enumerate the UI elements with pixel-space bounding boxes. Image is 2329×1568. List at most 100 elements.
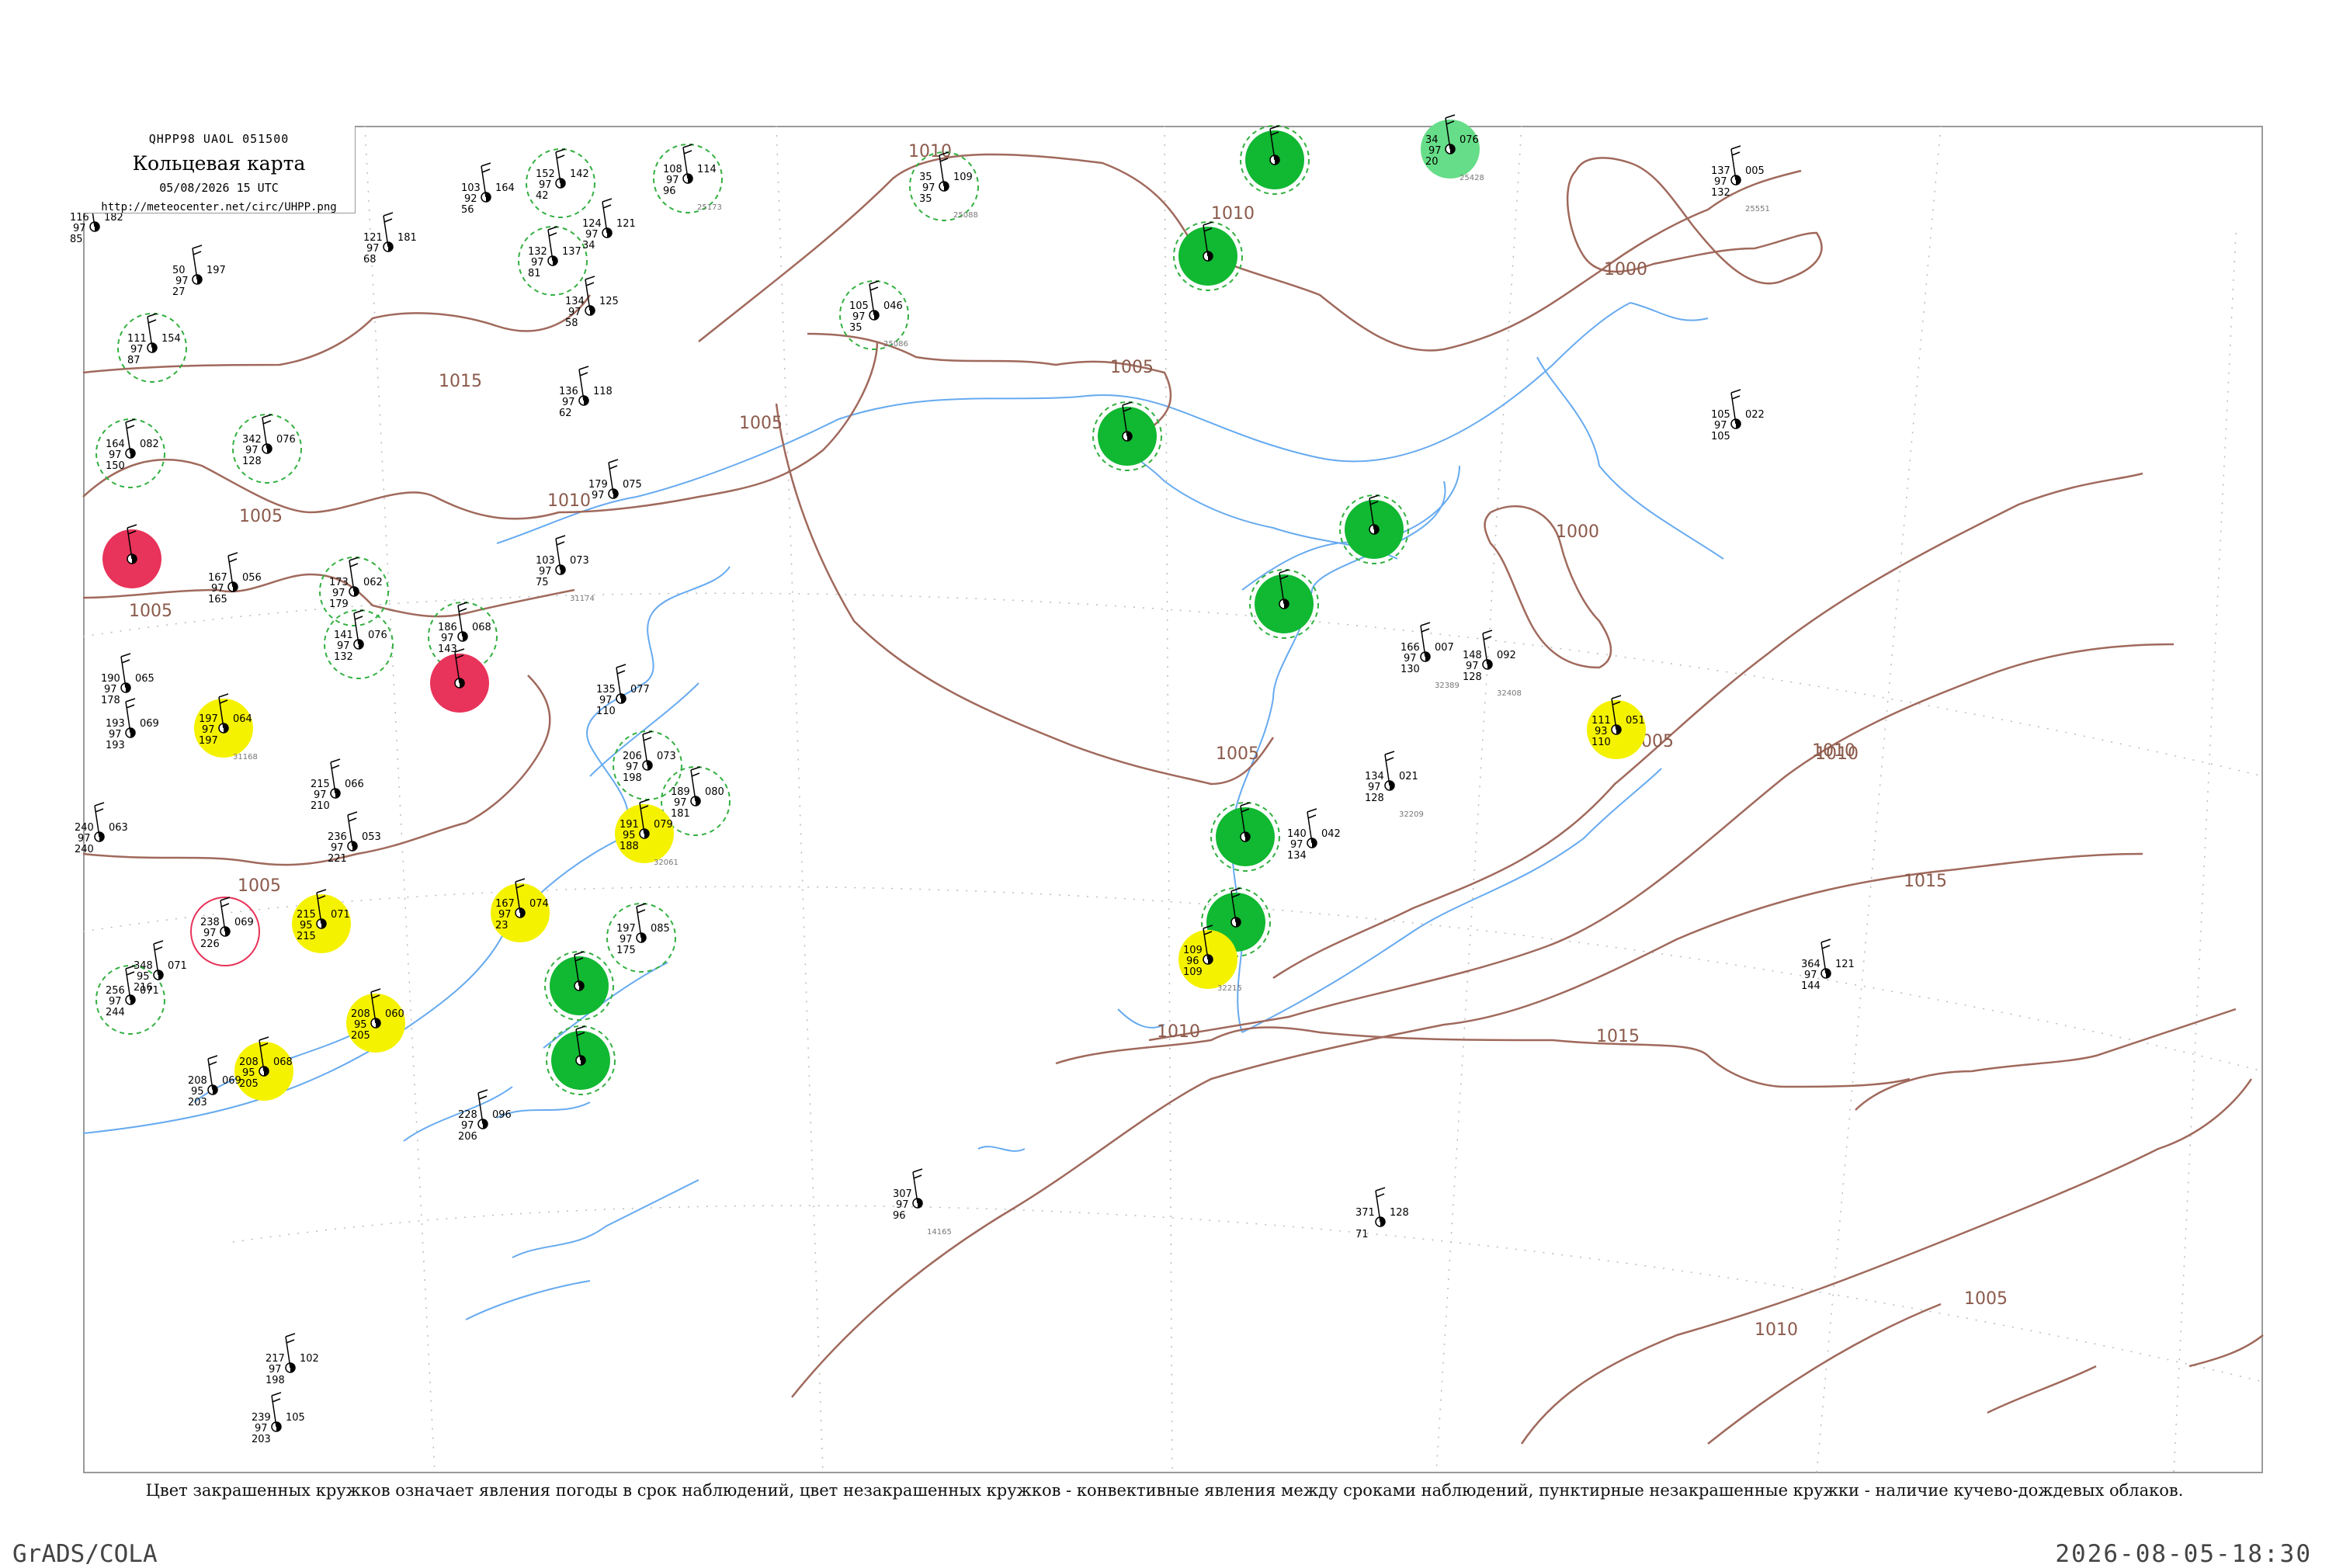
station-plot[interactable]: 19397193 069: [106, 698, 159, 751]
station-plot[interactable]: 1089796 114 25173: [653, 144, 723, 213]
isobar-label: 1015: [1596, 1027, 1640, 1046]
station-temperature: 97: [245, 445, 259, 456]
station-plot[interactable]: 23897226 069: [190, 897, 260, 966]
station-pressure: 124: [582, 218, 602, 230]
station-plot[interactable]: 349720 076 25428: [1421, 114, 1484, 182]
station-dewpoint: 206: [458, 1131, 477, 1143]
station-pressure: 179: [588, 479, 608, 491]
station-plot[interactable]: 19797175 085: [606, 903, 676, 973]
station-plot[interactable]: 1119787 154: [117, 313, 187, 383]
station-pressure: 105: [1711, 409, 1730, 421]
station-dewpoint: 27: [172, 286, 186, 298]
station-pressure: 108: [663, 164, 682, 175]
station-pressure: 116: [70, 212, 89, 224]
station-plot[interactable]: 1039775 073 31174: [536, 535, 595, 603]
isobar-label: 1015: [439, 372, 482, 391]
station-plot[interactable]: [1240, 125, 1310, 195]
station-plot[interactable]: 14097134 042: [1287, 808, 1341, 862]
station-plot[interactable]: 1349758 125: [565, 276, 619, 329]
station-plot[interactable]: 21595215 071: [292, 889, 351, 953]
station-plot[interactable]: 11193110 051: [1587, 695, 1646, 759]
station-temperature: 97: [130, 344, 144, 356]
station-plot[interactable]: 1329781 137: [518, 226, 588, 296]
weather-stations[interactable]: 108979611425173 35973510925088 34972007625…: [70, 114, 1855, 1445]
station-plot[interactable]: 1219768 181: [363, 212, 417, 265]
station-temperature: 97: [1428, 145, 1442, 157]
station-pressure-tendency: 085: [651, 923, 670, 935]
isobar-label: 1005: [1216, 744, 1259, 764]
station-plot[interactable]: 21597210 066: [311, 758, 364, 812]
station-plot[interactable]: 23697221 053: [328, 811, 381, 865]
station-plot[interactable]: 20895203 069: [188, 1055, 241, 1108]
station-plot[interactable]: 34297128 076: [232, 414, 302, 484]
isobar-label: 1010: [1211, 204, 1255, 224]
station-temperature: 97: [331, 842, 344, 854]
station-plot[interactable]: 16697130 007 32389: [1401, 622, 1460, 690]
station-pressure-tendency: 105: [286, 1412, 305, 1424]
station-plot[interactable]: 20895205 068: [234, 1036, 293, 1101]
station-plot[interactable]: [546, 1025, 616, 1095]
station-plot[interactable]: 1039256 164: [461, 162, 515, 216]
station-plot[interactable]: 13797132 005 25551: [1711, 145, 1770, 213]
station-plot[interactable]: 20895205 060: [346, 988, 405, 1053]
isobar-label: 1000: [1604, 260, 1647, 279]
station-pressure: 134: [1365, 771, 1384, 782]
station-pressure: 173: [329, 577, 349, 588]
station-index: 31168: [233, 753, 258, 761]
station-plot[interactable]: 22897206 096: [458, 1089, 512, 1143]
station-plot[interactable]: 34895216 071: [134, 940, 187, 994]
station-temperature: 97: [337, 640, 350, 652]
station-plot[interactable]: 13497128 021 32209: [1365, 751, 1424, 819]
station-plot[interactable]: 1679723 074: [491, 878, 550, 942]
station-plot[interactable]: 21797198 102: [266, 1333, 319, 1386]
station-plot[interactable]: 16797165 056: [208, 552, 262, 605]
station-dewpoint: 68: [363, 254, 377, 265]
station-pressure-tendency: 063: [109, 822, 128, 834]
station-plot[interactable]: 1249734 121: [582, 198, 636, 252]
station-plot[interactable]: 371 71 128: [1355, 1187, 1409, 1240]
station-index: 32061: [654, 859, 679, 867]
station-plot[interactable]: 3079796 14165: [893, 1168, 952, 1237]
synoptic-map[interactable]: 1010 1010 1015 1005 1005 1005 1010 1005 …: [0, 0, 2329, 1552]
station-index: 25551: [1745, 205, 1770, 213]
station-plot[interactable]: 1369762 118: [559, 366, 613, 419]
station-temperature: 97: [568, 307, 581, 318]
station-plot[interactable]: 1529742 142: [526, 148, 595, 218]
station-plot[interactable]: 16497150 082: [95, 418, 165, 488]
station-plot[interactable]: 10597105 022: [1711, 389, 1765, 442]
station-plot[interactable]: [544, 951, 614, 1021]
station-plot[interactable]: [1249, 569, 1319, 639]
station-pressure: 228: [458, 1109, 477, 1121]
station-pressure: 103: [536, 555, 555, 567]
station-plot[interactable]: 14897128 092 32408: [1463, 630, 1522, 698]
station-plot[interactable]: 19797197 064 31168: [194, 693, 258, 761]
station-plot[interactable]: [1173, 221, 1243, 291]
station-dewpoint: 75: [536, 577, 549, 588]
isobar-label: 1010: [1157, 1022, 1200, 1042]
station-plot[interactable]: [102, 524, 161, 588]
station-plot[interactable]: 23997203 105: [252, 1392, 305, 1445]
station-plot[interactable]: [1339, 494, 1409, 564]
station-plot[interactable]: 14197132 076: [324, 609, 394, 679]
station-pressure-tendency: 046: [883, 300, 903, 312]
station-plot[interactable]: 359735 109 25088: [909, 151, 979, 221]
station-plot[interactable]: 19097178 065: [101, 653, 154, 706]
source-url[interactable]: http://meteocenter.net/circ/UHPP.png: [83, 201, 355, 213]
station-plot[interactable]: 36497144 121: [1801, 938, 1855, 992]
station-plot[interactable]: 13597110 077: [596, 664, 650, 717]
station-plot[interactable]: 24097240 063: [75, 802, 128, 855]
station-plot[interactable]: [430, 648, 489, 713]
station-pressure-tendency: 022: [1745, 409, 1765, 421]
station-temperature: 97: [1368, 782, 1381, 793]
station-plot[interactable]: 1059735 046 25086: [839, 280, 909, 350]
station-plot[interactable]: [1092, 401, 1162, 471]
isobar-label: 1010: [547, 491, 591, 511]
station-plot[interactable]: 19195188 079 32061: [615, 799, 679, 867]
station-plot[interactable]: 17997 075: [588, 459, 642, 501]
station-plot[interactable]: 509727 197: [172, 245, 226, 298]
station-plot[interactable]: [1210, 802, 1280, 872]
station-index: 25088: [953, 211, 978, 220]
station-pressure: 307: [893, 1188, 912, 1200]
station-pressure: 197: [616, 923, 636, 935]
station-dewpoint: 188: [620, 841, 639, 852]
